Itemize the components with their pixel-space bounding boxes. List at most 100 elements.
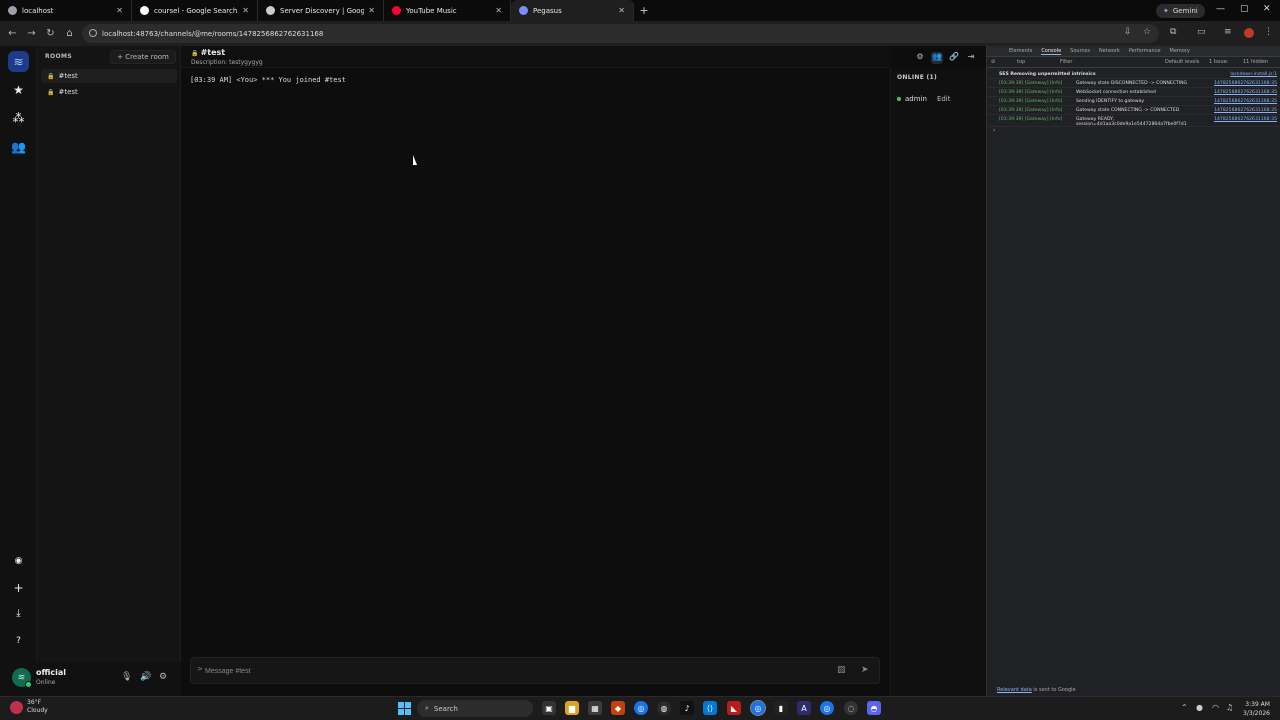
- home-icon[interactable]: ⌂: [60, 28, 79, 39]
- relevant-data-link[interactable]: Relevant data: [997, 687, 1032, 693]
- chrome-active-icon[interactable]: ◎: [750, 700, 766, 716]
- tab-close-icon[interactable]: ✕: [495, 6, 502, 15]
- log-time: [03:39:39] [Gateway] [Info]: [999, 90, 1063, 95]
- log-source-link[interactable]: lockdown-install.js:1: [1230, 72, 1277, 77]
- browser-tab[interactable]: Server Discovery | Google AI St ✕: [258, 0, 384, 21]
- compass-icon[interactable]: ◉: [8, 550, 29, 571]
- avatar[interactable]: ≋: [12, 668, 32, 688]
- issues-count[interactable]: 1 Issue:: [1209, 59, 1228, 65]
- download-icon[interactable]: ⤓: [8, 603, 29, 624]
- devtools-tab-active[interactable]: Console: [1041, 48, 1062, 55]
- tray-chevron-icon[interactable]: ⌃: [1181, 703, 1188, 712]
- link-icon[interactable]: 🔗: [948, 52, 960, 64]
- browser-tab[interactable]: localhost ✕: [0, 0, 132, 21]
- devtools-tab[interactable]: Elements: [1009, 48, 1032, 54]
- log-levels-select[interactable]: Default levels: [1165, 59, 1199, 65]
- minimize-icon[interactable]: —: [1216, 4, 1225, 14]
- taskbar-clock[interactable]: 3:39 AM 3/3/2026: [1243, 700, 1270, 718]
- devtools-tab[interactable]: Memory: [1170, 48, 1190, 54]
- devtools-tabs: Elements Console Sources Network Perform…: [987, 46, 1280, 57]
- tab-label: Pegasus: [533, 6, 562, 15]
- microphone-icon[interactable]: 🎙: [121, 672, 132, 682]
- url-field[interactable]: localhost:48763/channels/@me/rooms/14782…: [82, 24, 1159, 43]
- maximize-icon[interactable]: ▢: [1240, 4, 1249, 14]
- send-icon[interactable]: ➤: [861, 665, 869, 675]
- log-source-link[interactable]: 1478256862762631168:35: [1214, 117, 1277, 122]
- clear-console-icon[interactable]: ⊘: [991, 59, 995, 65]
- start-button[interactable]: [398, 702, 411, 715]
- wifi-icon[interactable]: ◠: [1212, 703, 1219, 712]
- image-upload-icon[interactable]: ▨: [837, 665, 846, 675]
- plus-icon[interactable]: +: [8, 577, 29, 598]
- members-toggle-icon[interactable]: 👥: [931, 52, 943, 64]
- tab-close-icon[interactable]: ✕: [368, 6, 375, 15]
- weather-widget[interactable]: 36°F Cloudy: [10, 699, 48, 715]
- browser-tab[interactable]: coursel - Google Search ✕: [132, 0, 258, 21]
- log-source-link[interactable]: 1478256862762631168:35: [1214, 99, 1277, 104]
- online-count: ONLINE (1): [897, 74, 938, 81]
- composer-prompt: >: [197, 665, 203, 673]
- chrome-icon[interactable]: ◎: [820, 701, 834, 715]
- devtools-tab[interactable]: Performance: [1129, 48, 1161, 54]
- app-icon[interactable]: A: [797, 701, 811, 715]
- forward-icon[interactable]: →: [22, 28, 41, 39]
- sidepanel-icon[interactable]: ▭: [1197, 27, 1206, 37]
- site-info-icon[interactable]: [89, 29, 97, 37]
- vscode-icon[interactable]: ⟨⟩: [703, 701, 717, 715]
- log-source-link[interactable]: 1478256862762631168:35: [1214, 90, 1277, 95]
- log-source-link[interactable]: 1478256862762631168:35: [1214, 108, 1277, 113]
- filter-input[interactable]: Filter: [1060, 59, 1072, 65]
- browser-tab[interactable]: YouTube Music ✕: [384, 0, 511, 21]
- room-item[interactable]: 🔒 #test: [41, 85, 177, 99]
- tiktok-icon[interactable]: ♪: [680, 701, 694, 715]
- edit-button[interactable]: Edit: [937, 95, 951, 103]
- tray-app-icon[interactable]: ●: [1196, 703, 1203, 712]
- file-explorer-icon[interactable]: ▆: [565, 701, 579, 715]
- room-item[interactable]: 🔒 #test: [41, 69, 177, 83]
- tab-close-icon[interactable]: ✕: [116, 6, 123, 15]
- install-app-icon[interactable]: ⇩: [1124, 27, 1132, 37]
- console-prompt-icon[interactable]: ›: [987, 127, 1280, 137]
- profile-avatar-icon[interactable]: [1244, 28, 1254, 38]
- volume-icon[interactable]: ♫: [1226, 703, 1233, 712]
- users-icon[interactable]: 👥: [8, 136, 29, 157]
- settings-gear-icon[interactable]: ⚙: [159, 672, 167, 682]
- store-icon[interactable]: ▦: [588, 701, 602, 715]
- discord-icon[interactable]: ◓: [867, 701, 881, 715]
- speaker-icon[interactable]: 🔊: [140, 672, 151, 682]
- context-selector[interactable]: top: [1017, 59, 1025, 65]
- create-room-button[interactable]: + Create room: [110, 50, 176, 64]
- tab-close-icon[interactable]: ✕: [242, 6, 249, 15]
- bookmark-star-icon[interactable]: ☆: [1143, 27, 1151, 37]
- devtools-tab[interactable]: Network: [1099, 48, 1120, 54]
- browser-tab-active[interactable]: Pegasus ✕: [511, 0, 634, 21]
- taskbar-search[interactable]: ⌕ Search: [417, 700, 533, 717]
- back-icon[interactable]: ←: [3, 28, 22, 39]
- devtools-tab[interactable]: Sources: [1070, 48, 1090, 54]
- member-row[interactable]: admin Edit: [897, 95, 951, 103]
- chrome-icon[interactable]: ◎: [634, 701, 648, 715]
- reload-icon[interactable]: ↻: [41, 28, 60, 39]
- app-icon[interactable]: ◍: [657, 701, 671, 715]
- browser-menu-icon[interactable]: ⋮: [1264, 27, 1273, 37]
- settings-icon[interactable]: ⚙: [914, 52, 926, 64]
- nodes-icon[interactable]: ⁂: [8, 107, 29, 128]
- help-icon[interactable]: ?: [8, 630, 29, 651]
- app-icon[interactable]: ◌: [844, 701, 858, 715]
- log-source-link[interactable]: 1478256862762631168:35: [1214, 81, 1277, 86]
- close-window-icon[interactable]: ✕: [1263, 4, 1271, 14]
- app-icon[interactable]: ◣: [727, 701, 741, 715]
- app-icon[interactable]: ◆: [611, 701, 625, 715]
- terminal-icon[interactable]: ▮: [774, 701, 788, 715]
- extensions-icon[interactable]: ⧉: [1170, 27, 1176, 37]
- star-icon[interactable]: ★: [8, 79, 29, 100]
- leave-icon[interactable]: ⇥: [965, 52, 977, 64]
- task-view-icon[interactable]: ▣: [542, 701, 556, 715]
- waves-logo-icon[interactable]: ≋: [8, 51, 29, 72]
- tab-close-icon[interactable]: ✕: [618, 6, 625, 15]
- downloads-icon[interactable]: ≡: [1224, 27, 1232, 37]
- log-time: [03:39:39] [Gateway] [Info]: [999, 99, 1063, 104]
- gemini-button[interactable]: ✦ Gemini: [1156, 4, 1205, 18]
- new-tab-button[interactable]: +: [634, 4, 654, 17]
- message-input[interactable]: [205, 664, 805, 678]
